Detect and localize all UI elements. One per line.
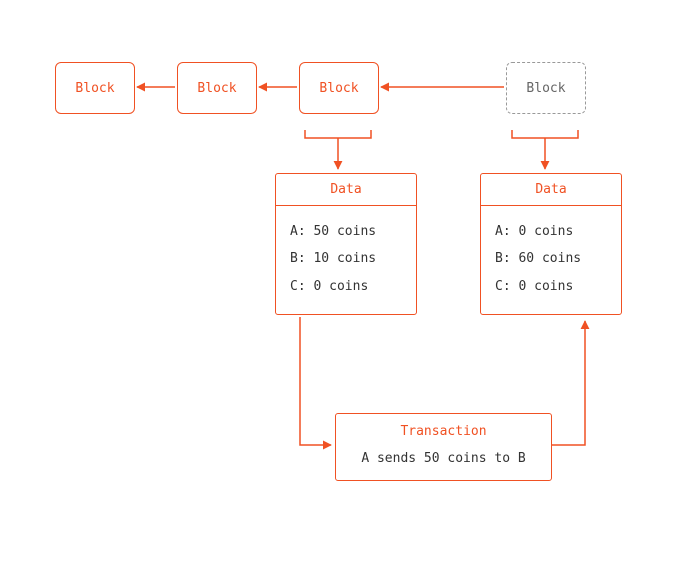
bracket-block3 — [305, 130, 371, 138]
data-line: A: 0 coins — [495, 218, 607, 245]
block-node-1: Block — [55, 62, 135, 114]
data-line: B: 60 coins — [495, 245, 607, 272]
block-label: Block — [75, 81, 114, 96]
data-line: B: 10 coins — [290, 245, 402, 272]
bracket-pending — [512, 130, 578, 138]
arrow-transaction-to-data — [552, 321, 585, 445]
block-node-3: Block — [299, 62, 379, 114]
transaction-body: A sends 50 coins to B — [336, 447, 551, 480]
block-label: Block — [319, 81, 358, 96]
block-node-pending: Block — [506, 62, 586, 114]
data-line: C: 0 coins — [290, 273, 402, 300]
data-panel-after: Data A: 0 coins B: 60 coins C: 0 coins — [480, 173, 622, 315]
transaction-box: Transaction A sends 50 coins to B — [335, 413, 552, 481]
block-node-2: Block — [177, 62, 257, 114]
data-header: Data — [481, 174, 621, 206]
data-line: C: 0 coins — [495, 273, 607, 300]
data-body: A: 0 coins B: 60 coins C: 0 coins — [481, 206, 621, 314]
block-label: Block — [526, 81, 565, 96]
data-header: Data — [276, 174, 416, 206]
data-line: A: 50 coins — [290, 218, 402, 245]
data-body: A: 50 coins B: 10 coins C: 0 coins — [276, 206, 416, 314]
transaction-header: Transaction — [336, 414, 551, 447]
arrow-data-to-transaction — [300, 317, 331, 445]
block-label: Block — [197, 81, 236, 96]
data-panel-before: Data A: 50 coins B: 10 coins C: 0 coins — [275, 173, 417, 315]
